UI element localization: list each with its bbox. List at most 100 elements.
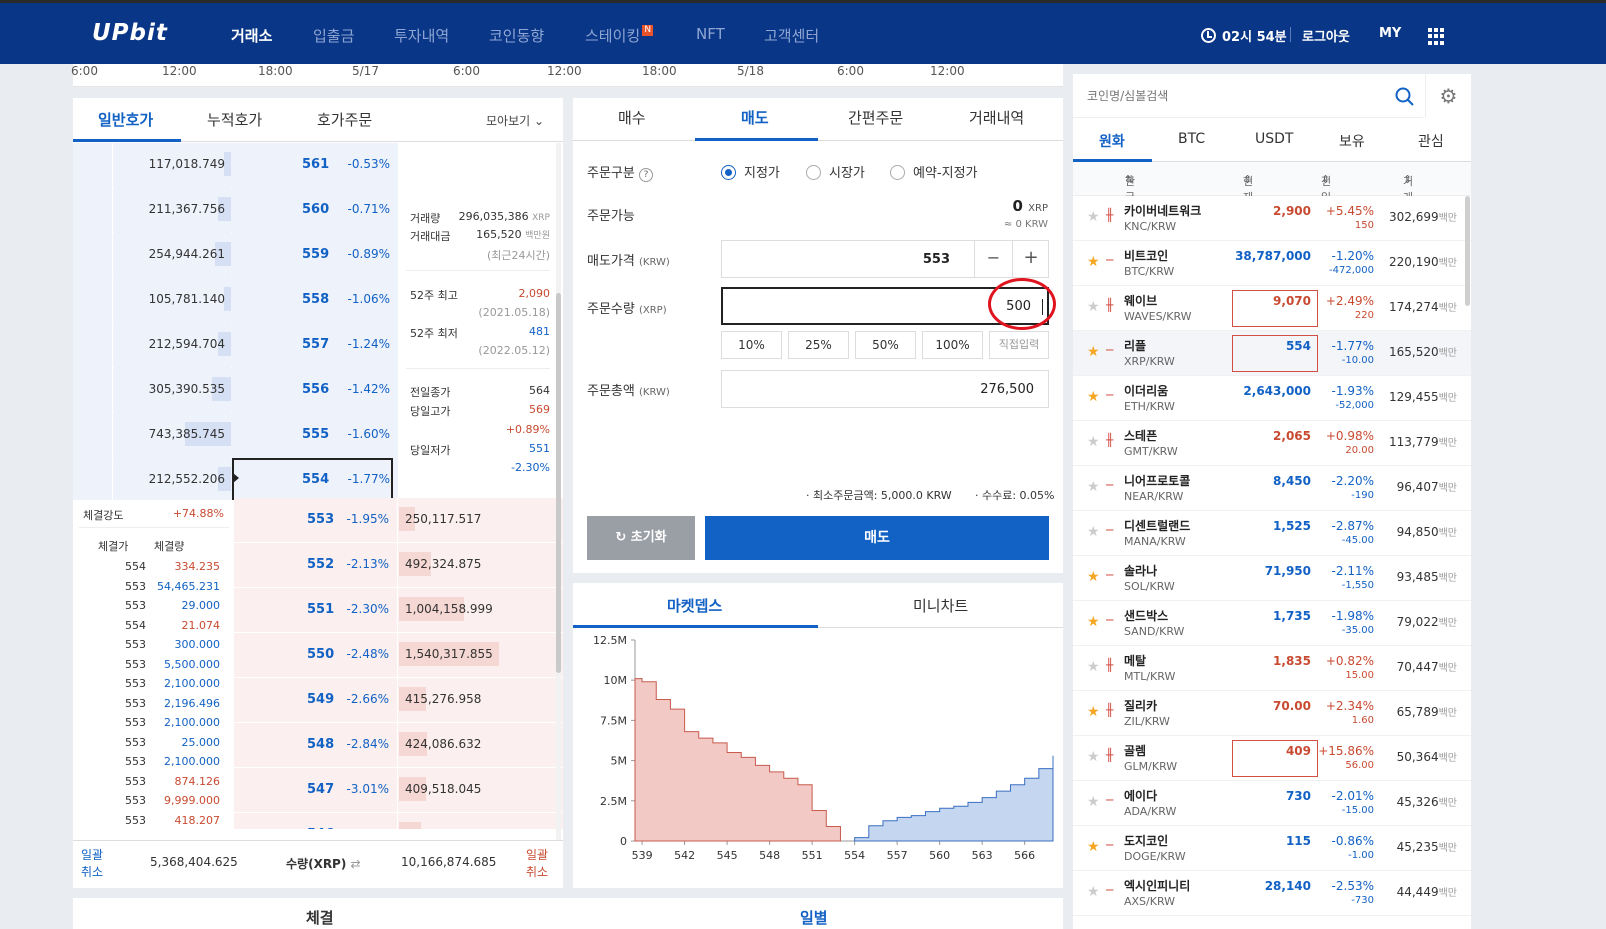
favorite-star-icon[interactable]: ★ bbox=[1087, 884, 1100, 900]
ask-price-cell[interactable]: 557 -1.24% bbox=[232, 323, 398, 368]
logout-link[interactable]: 로그아웃 bbox=[1302, 26, 1350, 45]
bid-row[interactable]: 552 -2.13% 492,324.875 bbox=[234, 543, 563, 588]
bid-row[interactable]: 548 -2.84% 424,086.632 bbox=[234, 723, 563, 768]
sell-price-field[interactable]: 553 − + bbox=[721, 240, 1049, 278]
ask-row[interactable]: 211,367.756 560 -0.71% bbox=[73, 188, 398, 233]
favorite-star-icon[interactable]: ★ bbox=[1087, 434, 1100, 450]
tab-order-history[interactable]: 거래내역 bbox=[969, 107, 1024, 128]
price-increase-button[interactable]: + bbox=[1012, 241, 1049, 277]
bid-row[interactable]: 551 -2.30% 1,004,158.999 bbox=[234, 588, 563, 633]
bid-row[interactable]: 549 -2.66% 415,276.958 bbox=[234, 678, 563, 723]
pct-100-button[interactable]: 100% bbox=[922, 331, 983, 359]
coin-row[interactable]: ★ ─ 니어프로토콜 NEAR/KRW 8,450 -2.20% -190 96,407백만 bbox=[1073, 466, 1471, 511]
gear-icon[interactable]: ⚙ bbox=[1425, 74, 1471, 118]
radio-market[interactable]: 시장가 bbox=[806, 162, 865, 181]
bid-price-cell[interactable]: 547 -3.01% bbox=[234, 768, 398, 812]
bid-price-cell[interactable]: 546 -3.19% bbox=[234, 813, 398, 829]
ask-price-cell[interactable]: 560 -0.71% bbox=[232, 188, 398, 233]
ask-row[interactable]: 305,390.535 556 -1.42% bbox=[73, 368, 398, 413]
pct-25-button[interactable]: 25% bbox=[788, 331, 849, 359]
ask-price-cell[interactable]: 558 -1.06% bbox=[232, 278, 398, 323]
scrollbar-thumb[interactable] bbox=[556, 293, 561, 673]
tab-market-depth[interactable]: 마켓뎁스 bbox=[667, 595, 722, 616]
ask-row[interactable]: 117,018.749 561 -0.53% bbox=[73, 143, 398, 188]
radio-reserve-limit[interactable]: 예약-지정가 bbox=[890, 162, 978, 181]
tab-cumulative-orderbook[interactable]: 누적호가 bbox=[207, 109, 262, 130]
coin-row[interactable]: ★ ╫ 메탈 MTL/KRW 1,835 +0.82% 15.00 70,447백만 bbox=[1073, 646, 1471, 691]
ask-row[interactable]: 105,781.140 558 -1.06% bbox=[73, 278, 398, 323]
nav-investments[interactable]: 투자내역 bbox=[394, 25, 449, 46]
coin-row[interactable]: ★ ─ 디센트럴랜드 MANA/KRW 1,525 -2.87% -45.00 94,850백… bbox=[1073, 511, 1471, 556]
coin-row[interactable]: ★ ─ 솔라나 SOL/KRW 71,950 -2.11% -1,550 93,485백만 bbox=[1073, 556, 1471, 601]
favorite-star-icon[interactable]: ★ bbox=[1087, 524, 1100, 540]
favorite-star-icon[interactable]: ★ bbox=[1087, 479, 1100, 495]
favorite-star-icon[interactable]: ★ bbox=[1087, 344, 1100, 360]
nav-nft[interactable]: NFT bbox=[696, 25, 725, 43]
tab-sell[interactable]: 매도 bbox=[741, 107, 769, 128]
order-total-field[interactable]: 276,500 bbox=[721, 370, 1049, 408]
upbit-logo[interactable]: UPbit bbox=[92, 20, 168, 46]
coin-row[interactable]: ★ ╫ 스테픈 GMT/KRW 2,065 +0.98% 20.00 113,779백만 bbox=[1073, 421, 1471, 466]
bid-price-cell[interactable]: 550 -2.48% bbox=[234, 633, 398, 677]
bid-price-cell[interactable]: 551 -2.30% bbox=[234, 588, 398, 632]
ask-price-cell[interactable]: 559 -0.89% bbox=[232, 233, 398, 278]
coin-list-scrollbar[interactable] bbox=[1465, 196, 1470, 306]
price-decrease-button[interactable]: − bbox=[974, 241, 1012, 277]
favorite-star-icon[interactable]: ★ bbox=[1087, 299, 1100, 315]
tab-usdt[interactable]: USDT bbox=[1255, 131, 1293, 147]
favorite-star-icon[interactable]: ★ bbox=[1087, 794, 1100, 810]
bid-price-cell[interactable]: 553 -1.95% bbox=[234, 498, 398, 542]
nav-exchange[interactable]: 거래소 bbox=[231, 25, 272, 46]
favorite-star-icon[interactable]: ★ bbox=[1087, 614, 1100, 630]
coin-row[interactable]: ★ ╫ 질리카 ZIL/KRW 70.00 +2.34% 1.60 65,789백만 bbox=[1073, 691, 1471, 736]
favorite-star-icon[interactable]: ★ bbox=[1087, 254, 1100, 270]
tab-daily[interactable]: 일별 bbox=[800, 907, 828, 928]
apps-grid-icon[interactable] bbox=[1428, 28, 1445, 45]
cancel-all-asks-button[interactable]: 일괄 취소 bbox=[81, 847, 103, 881]
tab-btc[interactable]: BTC bbox=[1178, 131, 1205, 147]
orderbook-scrollbar[interactable] bbox=[556, 143, 561, 843]
coin-row[interactable]: ★ ╫ 골렘 GLM/KRW 409 +15.86% 56.00 50,364백만 bbox=[1073, 736, 1471, 781]
nav-deposit-withdraw[interactable]: 입출금 bbox=[313, 25, 354, 46]
tab-orderbook-order[interactable]: 호가주문 bbox=[317, 109, 372, 130]
coin-row[interactable]: ★ ╫ 웨이브 WAVES/KRW 9,070 +2.49% 220 174,274백만 bbox=[1073, 286, 1471, 331]
ask-row[interactable]: 254,944.261 559 -0.89% bbox=[73, 233, 398, 278]
favorite-star-icon[interactable]: ★ bbox=[1087, 389, 1100, 405]
qty-unit-toggle[interactable]: 수량(XRP) ⇄ bbox=[286, 855, 361, 872]
radio-limit[interactable]: 지정가 bbox=[721, 162, 780, 181]
bid-row[interactable]: 546 -3.19% 341,110.472 bbox=[234, 813, 563, 830]
sell-submit-button[interactable]: 매도 bbox=[705, 516, 1049, 560]
nav-coin-trends[interactable]: 코인동향 bbox=[489, 25, 544, 46]
ask-row[interactable]: 743,385.745 555 -1.60% bbox=[73, 413, 398, 458]
my-menu[interactable]: MY bbox=[1379, 26, 1401, 41]
search-icon[interactable] bbox=[1395, 87, 1415, 107]
tab-mini-chart[interactable]: 미니차트 bbox=[913, 595, 968, 616]
bid-price-cell[interactable]: 549 -2.66% bbox=[234, 678, 398, 722]
coin-row[interactable]: ★ ─ 이더리움 ETH/KRW 2,643,000 -1.93% -52,000 129,4… bbox=[1073, 376, 1471, 421]
help-icon[interactable]: ? bbox=[638, 168, 653, 182]
favorite-star-icon[interactable]: ★ bbox=[1087, 704, 1100, 720]
tab-normal-orderbook[interactable]: 일반호가 bbox=[98, 109, 153, 130]
bid-price-cell[interactable]: 552 -2.13% bbox=[234, 543, 398, 587]
ask-price-cell[interactable]: 556 -1.42% bbox=[232, 368, 398, 413]
favorite-star-icon[interactable]: ★ bbox=[1087, 569, 1100, 585]
coin-row[interactable]: ★ ─ 엑시인피니티 AXS/KRW 28,140 -2.53% -730 44,449백만 bbox=[1073, 871, 1471, 916]
coin-row[interactable]: ★ ─ 샌드박스 SAND/KRW 1,735 -1.98% -35.00 79,022백만 bbox=[1073, 601, 1471, 646]
coin-row[interactable]: ★ ─ 에이다 ADA/KRW 730 -2.01% -15.00 45,326백만 bbox=[1073, 781, 1471, 826]
cancel-all-bids-button[interactable]: 일괄 취소 bbox=[526, 847, 548, 881]
pct-10-button[interactable]: 10% bbox=[721, 331, 782, 359]
nav-customer-center[interactable]: 고객센터 bbox=[764, 25, 819, 46]
bid-row[interactable]: 547 -3.01% 409,518.045 bbox=[234, 768, 563, 813]
tab-trades[interactable]: 체결 bbox=[306, 907, 334, 928]
pct-50-button[interactable]: 50% bbox=[855, 331, 916, 359]
tab-quick-order[interactable]: 간편주문 bbox=[848, 107, 903, 128]
bid-row[interactable]: 550 -2.48% 1,540,317.855 bbox=[234, 633, 563, 678]
tab-krw[interactable]: 원화 bbox=[1099, 131, 1125, 151]
direct-input-button[interactable]: 직접입력 bbox=[989, 331, 1049, 359]
view-toggle-dropdown[interactable]: 모아보기 ⌄ bbox=[486, 112, 544, 129]
bid-price-cell[interactable]: 548 -2.84% bbox=[234, 723, 398, 767]
coin-row[interactable]: ★ ─ 리플 XRP/KRW 554 -1.77% -10.00 165,520백만 bbox=[1073, 331, 1471, 376]
favorite-star-icon[interactable]: ★ bbox=[1087, 209, 1100, 225]
coin-row[interactable]: ★ ╫ 카이버네트워크 KNC/KRW 2,900 +5.45% 150 302,699백만 bbox=[1073, 196, 1471, 241]
coin-row[interactable]: ★ ─ 도지코인 DOGE/KRW 115 -0.86% -1.00 45,235백만 bbox=[1073, 826, 1471, 871]
